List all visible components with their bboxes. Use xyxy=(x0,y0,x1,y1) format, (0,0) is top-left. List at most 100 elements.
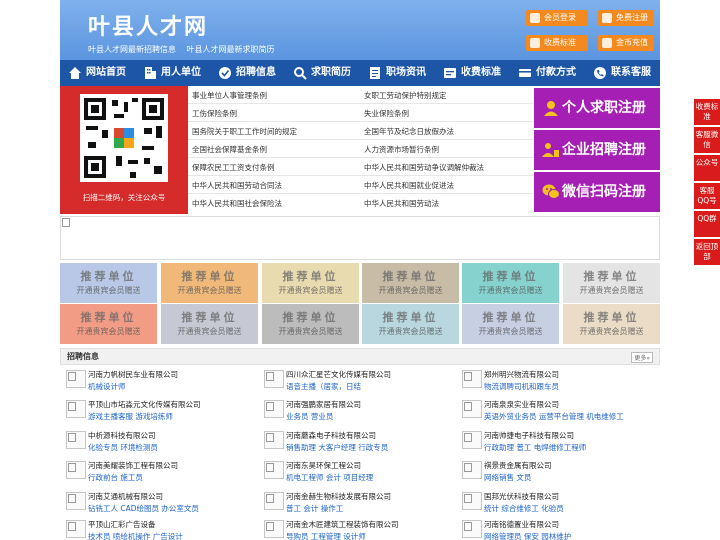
job-positions[interactable]: 机械设计师 xyxy=(88,381,126,392)
side-back-to-top[interactable]: 返回顶部 xyxy=(694,239,720,265)
recommend-slot[interactable]: 推荐单位 开通贵宾会员赠送 xyxy=(362,304,459,344)
job-card[interactable]: 国邦光伏科技有限公司 统计 综合维修工 化验员 xyxy=(456,490,646,514)
company-name[interactable]: 河南强鹏家居有限公司 xyxy=(286,399,361,410)
law-link[interactable]: 女职工劳动保护特别规定 xyxy=(364,90,447,101)
job-card[interactable]: 河南铭德置业有限公司 网络管理员 保安 园林维护 xyxy=(456,518,646,540)
job-card[interactable]: 河南艾通机械有限公司 钻铣工人 CAD绘图员 办公室文员 xyxy=(60,490,250,514)
job-card[interactable]: 河南泉泉实业有限公司 英语外贸业务员 运营平台管理 机电维修工 xyxy=(456,398,646,422)
side-wechat-service[interactable]: 客服微信 xyxy=(694,127,720,153)
ad-banner[interactable] xyxy=(60,216,660,260)
nav-payment[interactable]: 付款方式 xyxy=(510,60,585,86)
job-card[interactable]: 河南蘑森电子科技有限公司 销售助理 大客户经理 行政专员 xyxy=(258,429,448,453)
company-name[interactable]: 河南泉泉实业有限公司 xyxy=(484,399,559,410)
job-card[interactable]: 祺景贵金属有限公司 网络销售 文员 xyxy=(456,459,646,483)
law-link[interactable]: 中华人民共和国社会保险法 xyxy=(192,198,282,209)
job-card[interactable]: 河南强鹏家居有限公司 业务员 营业员 xyxy=(258,398,448,422)
company-name[interactable]: 河南东昊环保工程公司 xyxy=(286,460,361,471)
recommend-slot[interactable]: 推荐单位 开通贵宾会员赠送 xyxy=(362,263,459,303)
law-link[interactable]: 全国社会保障基金条例 xyxy=(192,144,267,155)
company-name[interactable]: 中析源科技有限公司 xyxy=(88,430,156,441)
site-logo[interactable]: 叶县人才网 xyxy=(88,9,208,41)
law-link[interactable]: 中华人民共和国就业促进法 xyxy=(364,180,454,191)
latest-resumes-link[interactable]: 叶县人才网最新求职简历 xyxy=(187,45,275,54)
job-card[interactable]: 河南金木匠建筑工程装饰有限公司 导购员 工程管理 设计师 xyxy=(258,518,448,540)
jobs-more-link[interactable]: 更多» xyxy=(631,352,653,363)
recommend-slot[interactable]: 推荐单位 开通贵宾会员赠送 xyxy=(161,263,258,303)
job-card[interactable]: 四川众汇星芒文化传媒有限公司 语音主播（居家，日结 xyxy=(258,368,448,392)
job-positions[interactable]: 钻铣工人 CAD绘图员 办公室文员 xyxy=(88,503,199,514)
law-link[interactable]: 人力资源市场暂行条例 xyxy=(364,144,439,155)
nav-pricing[interactable]: 收费标准 xyxy=(435,60,510,86)
recommend-slot[interactable]: 推荐单位 开通贵宾会员赠送 xyxy=(563,263,660,303)
job-positions[interactable]: 销售助理 大客户经理 行政专员 xyxy=(286,442,388,453)
company-name[interactable]: 祺景贵金属有限公司 xyxy=(484,460,552,471)
personal-register-button[interactable]: 个人求职注册 xyxy=(534,88,660,128)
job-positions[interactable]: 化验专员 环境检测员 xyxy=(88,442,158,453)
job-positions[interactable]: 业务员 营业员 xyxy=(286,411,333,422)
job-card[interactable]: 河南力帆树民车业有限公司 机械设计师 xyxy=(60,368,250,392)
job-positions[interactable]: 统计 综合维修工 化验员 xyxy=(484,503,564,514)
company-name[interactable]: 河南美耀装饰工程有限公司 xyxy=(88,460,178,471)
law-link[interactable]: 失业保险条例 xyxy=(364,108,409,119)
company-name[interactable]: 河南蘑森电子科技有限公司 xyxy=(286,430,376,441)
wechat-register-button[interactable]: 微信扫码注册 xyxy=(534,172,660,212)
job-positions[interactable]: 物流调聘司机和跟车员 xyxy=(484,381,559,392)
recommend-slot[interactable]: 推荐单位 开通贵宾会员赠送 xyxy=(563,304,660,344)
job-card[interactable]: 河南金赫生物科技发展有限公司 普工 会计 操作工 xyxy=(258,490,448,514)
job-positions[interactable]: 语音主播（居家，日结 xyxy=(286,381,361,392)
law-link[interactable]: 事业单位人事管理条例 xyxy=(192,90,267,101)
job-positions[interactable]: 网络销售 文员 xyxy=(484,472,531,483)
job-positions[interactable]: 机电工程师 会计 项目经理 xyxy=(286,472,373,483)
job-card[interactable]: 郑州明兴物流有限公司 物流调聘司机和跟车员 xyxy=(456,368,646,392)
nav-jobs[interactable]: 招聘信息 xyxy=(210,60,285,86)
company-name[interactable]: 国邦光伏科技有限公司 xyxy=(484,491,559,502)
law-link[interactable]: 全国年节及纪念日放假办法 xyxy=(364,126,454,137)
job-positions[interactable]: 行政助理 普工 电焊维修工程师 xyxy=(484,442,586,453)
recommend-slot[interactable]: 推荐单位 开通贵宾会员赠送 xyxy=(262,263,359,303)
recommend-slot[interactable]: 推荐单位 开通贵宾会员赠送 xyxy=(161,304,258,344)
recommend-slot[interactable]: 推荐单位 开通贵宾会员赠送 xyxy=(60,263,157,303)
coin-recharge-button[interactable]: 金币充值 xyxy=(598,35,654,51)
nav-contact[interactable]: 联系客服 xyxy=(585,60,660,86)
company-name[interactable]: 平顶山市坧淼元文化传媒有限公司 xyxy=(88,399,201,410)
pricing-button[interactable]: 收费标准 xyxy=(526,35,588,51)
nav-news[interactable]: 职场资讯 xyxy=(360,60,435,86)
recommend-slot[interactable]: 推荐单位 开通贵宾会员赠送 xyxy=(262,304,359,344)
job-positions[interactable]: 技术员 喷绘机操作 广告设计 xyxy=(88,531,183,540)
job-positions[interactable]: 英语外贸业务员 运营平台管理 机电维修工 xyxy=(484,411,624,422)
company-name[interactable]: 河南金木匠建筑工程装饰有限公司 xyxy=(286,519,399,530)
nav-resumes[interactable]: 求职简历 xyxy=(285,60,360,86)
side-qq-group[interactable]: QQ群 xyxy=(694,211,720,237)
job-card[interactable]: 平顶山市坧淼元文化传媒有限公司 游戏主播客服 游戏培练师 xyxy=(60,398,250,422)
company-register-button[interactable]: 企业招聘注册 xyxy=(534,130,660,170)
recommend-slot[interactable]: 推荐单位 开通贵宾会员赠送 xyxy=(462,263,559,303)
nav-home[interactable]: 网站首页 xyxy=(60,60,135,86)
job-card[interactable]: 平顶山汇彩广告设备 技术员 喷绘机操作 广告设计 xyxy=(60,518,250,540)
company-name[interactable]: 河南帅捷电子科技有限公司 xyxy=(484,430,574,441)
job-positions[interactable]: 行政前台 施工员 xyxy=(88,472,143,483)
job-positions[interactable]: 网络管理员 保安 园林维护 xyxy=(484,531,571,540)
recommend-slot[interactable]: 推荐单位 开通贵宾会员赠送 xyxy=(60,304,157,344)
job-card[interactable]: 中析源科技有限公司 化验专员 环境检测员 xyxy=(60,429,250,453)
law-link[interactable]: 中华人民共和国劳动争议调解仲裁法 xyxy=(364,162,484,173)
company-name[interactable]: 郑州明兴物流有限公司 xyxy=(484,369,559,380)
law-link[interactable]: 工伤保险条例 xyxy=(192,108,237,119)
free-register-button[interactable]: 免费注册 xyxy=(598,10,654,26)
company-name[interactable]: 河南铭德置业有限公司 xyxy=(484,519,559,530)
job-positions[interactable]: 导购员 工程管理 设计师 xyxy=(286,531,366,540)
law-link[interactable]: 中华人民共和国劳动合同法 xyxy=(192,180,282,191)
law-link[interactable]: 国务院关于职工工作时间的规定 xyxy=(192,126,297,137)
nav-employers[interactable]: 用人单位 xyxy=(135,60,210,86)
side-qq-service[interactable]: 客服QQ号 xyxy=(694,183,720,209)
latest-jobs-link[interactable]: 叶县人才网最新招聘信息 xyxy=(88,45,176,54)
company-name[interactable]: 河南艾通机械有限公司 xyxy=(88,491,163,502)
company-name[interactable]: 河南力帆树民车业有限公司 xyxy=(88,369,178,380)
law-link[interactable]: 中华人民共和国劳动法 xyxy=(364,198,439,209)
side-pricing[interactable]: 收费标准 xyxy=(694,99,720,125)
recommend-slot[interactable]: 推荐单位 开通贵宾会员赠送 xyxy=(462,304,559,344)
job-card[interactable]: 河南帅捷电子科技有限公司 行政助理 普工 电焊维修工程师 xyxy=(456,429,646,453)
job-card[interactable]: 河南东昊环保工程公司 机电工程师 会计 项目经理 xyxy=(258,459,448,483)
job-card[interactable]: 河南美耀装饰工程有限公司 行政前台 施工员 xyxy=(60,459,250,483)
company-name[interactable]: 河南金赫生物科技发展有限公司 xyxy=(286,491,391,502)
job-positions[interactable]: 普工 会计 操作工 xyxy=(286,503,343,514)
